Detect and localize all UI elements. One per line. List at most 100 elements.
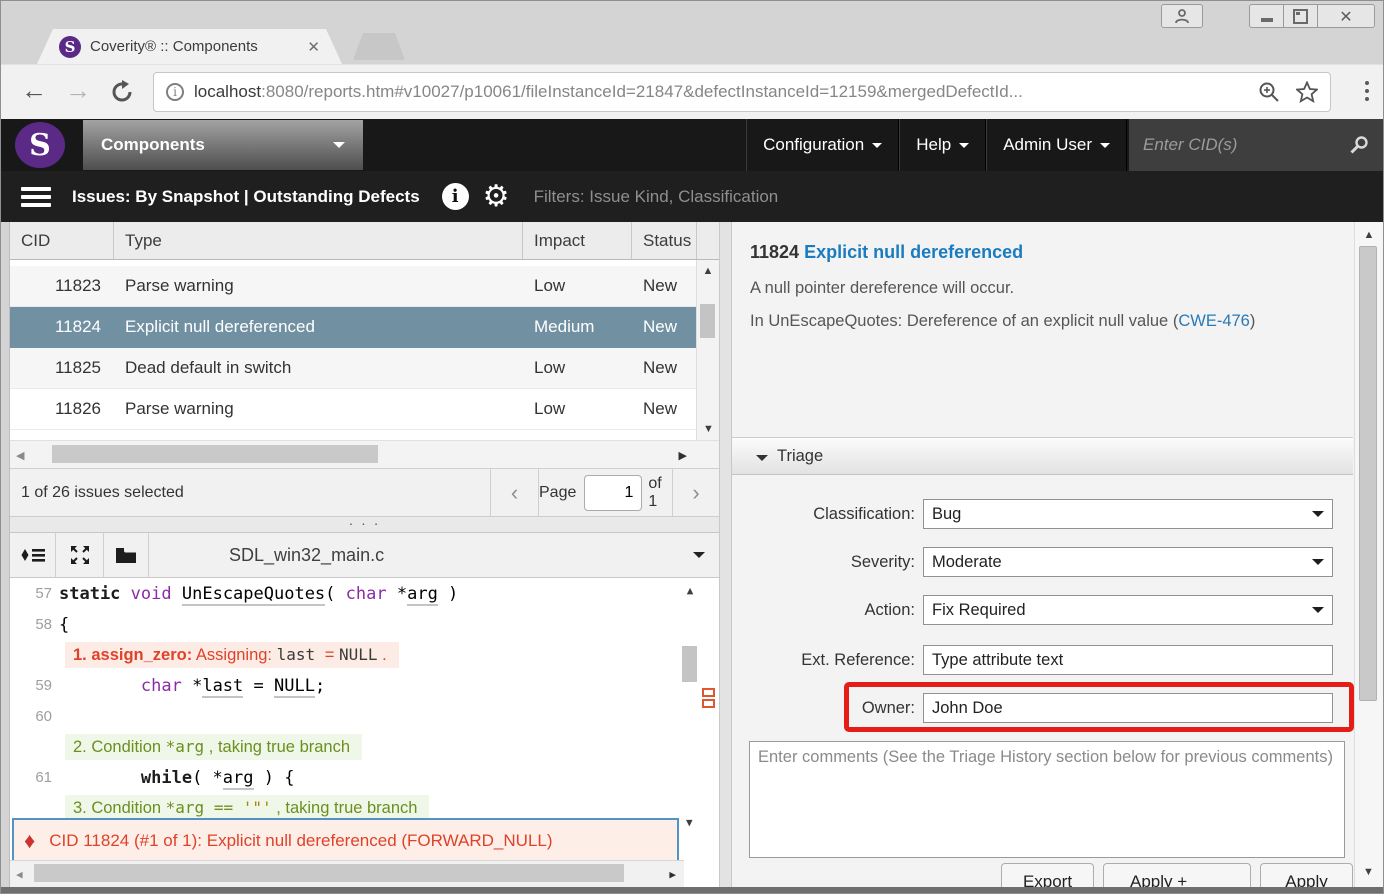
maximize-button[interactable] <box>1283 4 1317 28</box>
code-segment: char <box>141 676 182 696</box>
close-icon: ✕ <box>1339 7 1352 26</box>
file-dropdown-icon[interactable] <box>693 552 705 558</box>
scroll-right-icon[interactable]: ▶ <box>669 868 676 881</box>
triage-section-header[interactable]: Triage <box>732 437 1353 475</box>
defect-title-link[interactable]: Explicit null dereferenced <box>804 242 1023 262</box>
code-vertical-scrollbar[interactable]: ▲ ▼ <box>679 578 701 861</box>
field-select[interactable]: Moderate <box>923 547 1333 577</box>
close-button[interactable]: ✕ <box>1317 4 1375 28</box>
source-line-57: 57static void UnEscapeQuotes( char *arg … <box>10 578 719 609</box>
page-number-input[interactable] <box>584 475 642 511</box>
browser-menu-icon[interactable] <box>1365 81 1369 105</box>
column-header-status[interactable]: Status <box>632 222 697 259</box>
menu-admin-user[interactable]: Admin User <box>986 119 1127 171</box>
scroll-down-icon[interactable]: ▼ <box>1363 866 1374 878</box>
menu-configuration[interactable]: Configuration <box>746 119 899 171</box>
column-header-type[interactable]: Type <box>114 222 523 259</box>
triage-field-classification: Classification:Bug <box>732 499 1353 529</box>
event-annotation-red[interactable]: 1. assign_zero: Assigning: last = NULL . <box>10 640 719 670</box>
code-segment: ( <box>325 584 345 604</box>
scroll-up-icon[interactable]: ▲ <box>697 265 719 277</box>
cid-search-box[interactable]: Enter CID(s) <box>1129 119 1383 171</box>
info-icon[interactable]: i <box>442 183 469 210</box>
location-text: In UnEscapeQuotes: Dereference of an exp… <box>750 312 1178 330</box>
url-path: :8080/reports.htm#v10027/p10061/fileInst… <box>261 82 1023 101</box>
location-close: ) <box>1250 312 1256 330</box>
defect-marker-icon[interactable] <box>702 688 715 697</box>
column-header-cid[interactable]: CID <box>10 222 114 259</box>
window-titlebar: ✕ <box>1 1 1383 29</box>
new-tab-button[interactable] <box>353 33 405 60</box>
defect-marker-gutter <box>702 578 719 887</box>
scrollbar-thumb[interactable] <box>34 864 624 882</box>
prev-page-button[interactable]: ‹ <box>490 469 538 517</box>
detail-vertical-scrollbar[interactable]: ▲ ▼ <box>1354 222 1383 887</box>
field-select[interactable]: Bug <box>923 499 1333 529</box>
show-events-button[interactable] <box>10 533 56 578</box>
issues-vertical-scrollbar[interactable]: ▲ ▼ <box>696 260 719 440</box>
defect-marker-icon[interactable] <box>702 699 715 708</box>
cwe-link[interactable]: CWE-476 <box>1178 312 1250 330</box>
file-browser-button[interactable] <box>104 533 149 578</box>
field-input[interactable]: Type attribute text <box>923 645 1333 675</box>
issue-row-11823[interactable]: 11823Parse warningLowNew <box>10 266 719 307</box>
scrollbar-thumb[interactable] <box>700 304 715 338</box>
scroll-down-icon[interactable]: ▼ <box>703 423 714 435</box>
column-header-impact[interactable]: Impact <box>523 222 632 259</box>
forward-button[interactable]: → <box>65 75 91 106</box>
next-page-button[interactable]: › <box>672 469 719 517</box>
zoom-icon[interactable] <box>1258 81 1280 103</box>
tab-close-icon[interactable]: ✕ <box>307 38 320 56</box>
scrollbar-thumb[interactable] <box>682 646 697 682</box>
filters-summary[interactable]: Filters: Issue Kind, Classification <box>534 187 779 207</box>
issue-row-11825[interactable]: 11825Dead default in switchLowNew <box>10 348 719 389</box>
code-segment: 3. Condition <box>73 799 166 817</box>
minimize-button[interactable] <box>1249 4 1283 28</box>
page-info-icon[interactable]: i <box>166 83 184 101</box>
code-segment: . <box>378 646 387 664</box>
pane-splitter[interactable]: · · · <box>10 516 719 533</box>
scroll-up-icon[interactable]: ▲ <box>1355 229 1383 241</box>
comments-textarea[interactable] <box>749 741 1345 858</box>
issues-horizontal-scrollbar[interactable]: ◀ ▶ <box>10 440 719 469</box>
apply-next-button[interactable]: Apply + Next <box>1103 863 1251 887</box>
field-value: Type attribute text <box>932 651 1063 670</box>
issue-row-11826[interactable]: 11826Parse warningLowNew <box>10 389 719 430</box>
profile-button[interactable] <box>1161 4 1203 28</box>
scroll-left-icon[interactable]: ◀ <box>16 449 24 462</box>
source-line-58: 58{ <box>10 609 719 640</box>
apply-button[interactable]: Apply <box>1260 863 1353 887</box>
menu-label: Admin User <box>1003 135 1092 155</box>
field-value: Fix Required <box>932 601 1026 620</box>
issue-row-11824[interactable]: 11824Explicit null dereferencedMediumNew <box>10 307 719 348</box>
scroll-right-icon[interactable]: ▶ <box>679 449 687 462</box>
components-menu-button[interactable]: Components <box>83 120 363 170</box>
fullscreen-button[interactable] <box>56 533 104 578</box>
scroll-down-icon[interactable]: ▼ <box>686 816 693 829</box>
page-control: Page of 1 <box>538 469 672 517</box>
hamburger-menu-icon[interactable] <box>21 183 51 211</box>
export-button[interactable]: Export <box>1001 863 1094 887</box>
gear-icon[interactable]: ⚙ <box>483 182 510 212</box>
field-select[interactable]: Fix Required <box>923 595 1333 625</box>
scrollbar-thumb[interactable] <box>52 445 378 463</box>
menu-help[interactable]: Help <box>899 119 986 171</box>
event-annotation-green[interactable]: 2. Condition *arg , taking true branch <box>10 732 719 762</box>
scroll-left-icon[interactable]: ◀ <box>16 868 23 881</box>
back-button[interactable]: ← <box>21 75 47 106</box>
address-bar[interactable]: i localhost:8080/reports.htm#v10027/p100… <box>153 72 1331 112</box>
expand-arrows-icon <box>70 545 90 565</box>
scroll-up-icon[interactable]: ▲ <box>679 584 701 597</box>
search-icon[interactable] <box>1349 135 1369 155</box>
reload-button[interactable] <box>109 79 135 105</box>
source-filename[interactable]: SDL_win32_main.c <box>229 545 693 566</box>
cell-cid: 11823 <box>10 266 114 306</box>
bookmark-star-icon[interactable] <box>1296 81 1318 103</box>
code-segment <box>172 584 182 604</box>
coverity-logo[interactable]: S <box>15 122 65 168</box>
panel-divider[interactable] <box>719 222 732 887</box>
url-toolbar: ← → i localhost:8080/reports.htm#v10027/… <box>1 64 1383 120</box>
scrollbar-thumb[interactable] <box>1359 246 1377 701</box>
code-horizontal-scrollbar[interactable]: ◀ ▶ <box>10 860 684 887</box>
browser-tab[interactable]: S Coverity® :: Components ✕ <box>37 29 342 64</box>
